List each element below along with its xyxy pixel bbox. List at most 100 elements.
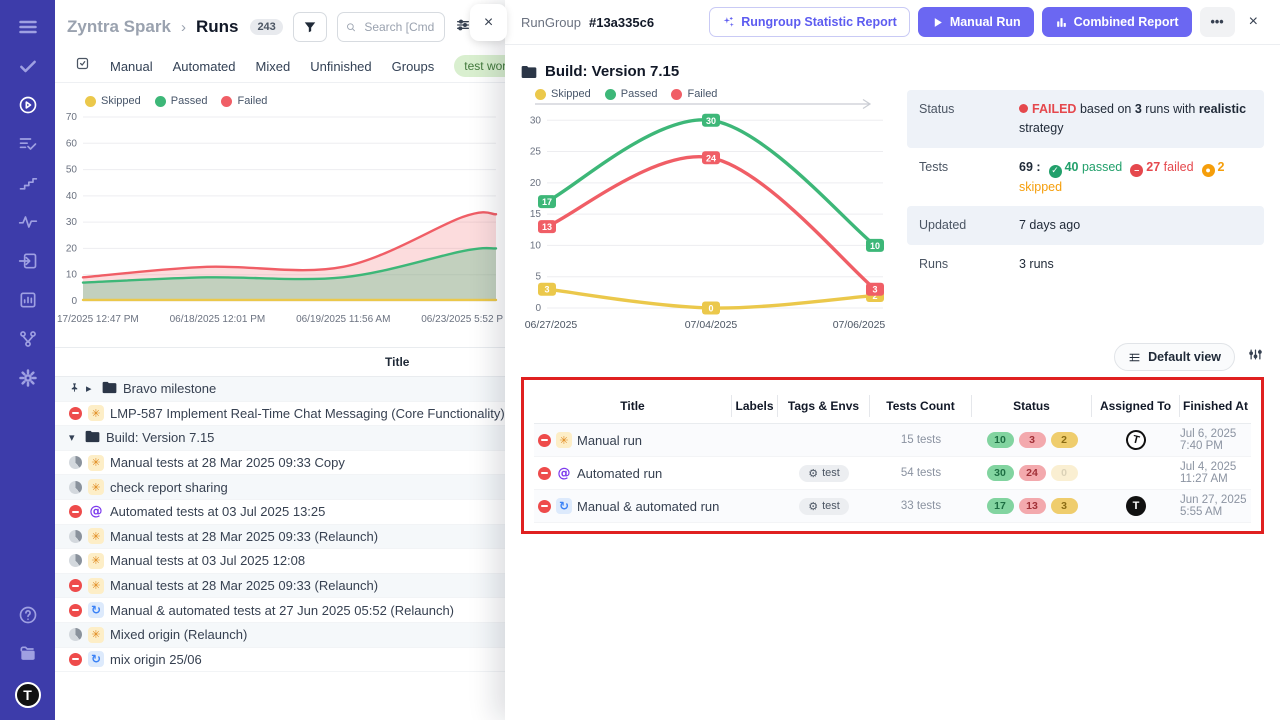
column-labels[interactable]: Labels bbox=[732, 395, 778, 417]
list-item[interactable]: ✳ LMP-587 Implement Real-Time Chat Messa… bbox=[55, 402, 505, 427]
tab-automated[interactable]: Automated bbox=[173, 59, 236, 74]
table-row[interactable]: ↻ Manual & automated run ⚙test 33 tests … bbox=[534, 490, 1251, 523]
manual-run-icon: ✳ bbox=[88, 479, 104, 495]
list-item[interactable]: ✳ Manual tests at 28 Mar 2025 09:33 Copy bbox=[55, 451, 505, 476]
list-item[interactable]: @ Automated tests at 03 Jul 2025 13:25 bbox=[55, 500, 505, 525]
column-assigned-to[interactable]: Assigned To bbox=[1092, 395, 1180, 417]
run-title[interactable]: Bravo milestone bbox=[123, 381, 216, 396]
list-item[interactable]: ↻ mix origin 25/06 bbox=[55, 648, 505, 673]
table-row[interactable]: ✳ Manual run 15 tests bbox=[534, 424, 1251, 457]
passed-badge: 30 bbox=[987, 465, 1014, 481]
svg-text:0: 0 bbox=[71, 296, 77, 307]
list-check-icon[interactable] bbox=[17, 133, 39, 155]
list-item[interactable]: ✳ Manual tests at 28 Mar 2025 09:33 (Rel… bbox=[55, 525, 505, 550]
caret-right-icon[interactable]: ▸ bbox=[86, 382, 96, 395]
status-fact-row: Status FAILED based on 3 runs with reali… bbox=[907, 90, 1264, 148]
assignee-avatar[interactable]: T bbox=[1126, 496, 1146, 516]
tag-pill[interactable]: ⚙test bbox=[799, 465, 849, 482]
run-title[interactable]: LMP-587 Implement Real-Time Chat Messagi… bbox=[110, 406, 505, 421]
failed-status-icon bbox=[538, 467, 551, 480]
import-icon[interactable] bbox=[17, 250, 39, 272]
run-title[interactable]: Automated tests at 03 Jul 2025 13:25 bbox=[110, 504, 325, 519]
projects-folder-icon[interactable] bbox=[17, 643, 39, 665]
select-runs-icon[interactable] bbox=[75, 56, 90, 76]
tab-mixed[interactable]: Mixed bbox=[256, 59, 291, 74]
analytics-icon[interactable] bbox=[17, 289, 39, 311]
status-label: Status bbox=[919, 100, 1019, 138]
run-title[interactable]: Manual & automated tests at 27 Jun 2025 … bbox=[110, 603, 454, 618]
tab-unfinished[interactable]: Unfinished bbox=[310, 59, 371, 74]
area-chart-x-labels: 17/2025 12:47 PM06/18/2025 12:01 PM06/19… bbox=[55, 312, 505, 325]
column-status[interactable]: Status bbox=[972, 395, 1092, 417]
folder-icon bbox=[102, 381, 117, 397]
rungroup-statistic-report-button[interactable]: Rungroup Statistic Report bbox=[709, 7, 910, 37]
breadcrumb-app[interactable]: Zyntra Spark bbox=[67, 17, 171, 37]
run-title[interactable]: Mixed origin (Relaunch) bbox=[110, 627, 247, 642]
tab-groups[interactable]: Groups bbox=[392, 59, 435, 74]
failed-status-icon bbox=[69, 407, 82, 420]
run-title[interactable]: Manual tests at 28 Mar 2025 09:33 Copy bbox=[110, 455, 345, 470]
run-title[interactable]: Manual run bbox=[577, 433, 642, 448]
checks-icon[interactable] bbox=[17, 55, 39, 77]
play-icon bbox=[931, 16, 944, 29]
list-item[interactable]: ✳ Manual tests at 28 Mar 2025 09:33 (Rel… bbox=[55, 574, 505, 599]
svg-text:15: 15 bbox=[530, 209, 542, 220]
rungroup-id: #13a335c6 bbox=[589, 15, 654, 30]
manual-run-button[interactable]: Manual Run bbox=[918, 7, 1034, 37]
tag-pill[interactable]: ⚙test bbox=[799, 498, 849, 515]
run-title[interactable]: Manual & automated run bbox=[577, 499, 719, 514]
tab-manual[interactable]: Manual bbox=[110, 59, 153, 74]
list-item[interactable]: ✳ check report sharing bbox=[55, 475, 505, 500]
column-tags-envs[interactable]: Tags & Envs bbox=[778, 395, 870, 417]
menu-icon[interactable] bbox=[17, 16, 39, 38]
drawer-close-button[interactable]: × bbox=[1243, 9, 1264, 35]
skipped-badge: 2 bbox=[1051, 432, 1078, 448]
in-progress-status-icon bbox=[69, 456, 82, 469]
list-item[interactable]: ▸ Bravo milestone bbox=[55, 377, 505, 402]
column-finished-at[interactable]: Finished At bbox=[1180, 395, 1251, 417]
list-item[interactable]: ↻ Manual & automated tests at 27 Jun 202… bbox=[55, 598, 505, 623]
table-row[interactable]: @ Automated run ⚙test 54 tests bbox=[534, 457, 1251, 490]
runs-area-chart: 010203040506070 bbox=[55, 109, 500, 307]
run-title[interactable]: Manual tests at 28 Mar 2025 09:33 (Relau… bbox=[110, 578, 378, 593]
list-item[interactable]: ✳ Mixed origin (Relaunch) bbox=[55, 623, 505, 648]
run-title[interactable]: mix origin 25/06 bbox=[110, 652, 202, 667]
run-title[interactable]: Manual tests at 28 Mar 2025 09:33 (Relau… bbox=[110, 529, 378, 544]
branches-icon[interactable] bbox=[17, 328, 39, 350]
filter-button[interactable] bbox=[293, 12, 327, 42]
rungroup-line-chart: 0510152025303021324317301006/27/202507/0… bbox=[521, 100, 891, 336]
help-icon[interactable] bbox=[17, 604, 39, 626]
column-title[interactable]: Title bbox=[534, 395, 732, 417]
list-item[interactable]: ▾ Build: Version 7.15 bbox=[55, 426, 505, 451]
assignee-avatar[interactable]: T bbox=[1124, 428, 1148, 452]
display-settings-icon[interactable] bbox=[455, 17, 471, 38]
run-title[interactable]: Automated run bbox=[577, 466, 662, 481]
combined-report-button[interactable]: Combined Report bbox=[1042, 7, 1192, 37]
tags-cell: ⚙test bbox=[778, 465, 870, 482]
tests-count-cell: 15 tests bbox=[870, 434, 972, 446]
run-title[interactable]: Manual tests at 03 Jul 2025 12:08 bbox=[110, 553, 305, 568]
steps-icon[interactable] bbox=[17, 172, 39, 194]
runs-icon[interactable] bbox=[17, 94, 39, 116]
run-title[interactable]: Build: Version 7.15 bbox=[106, 430, 214, 445]
svg-text:30: 30 bbox=[530, 115, 542, 126]
default-view-button[interactable]: Default view bbox=[1114, 343, 1235, 371]
drawer-edge-close-button[interactable]: × bbox=[470, 4, 507, 41]
pulse-icon[interactable] bbox=[17, 211, 39, 233]
list-item[interactable]: ✳ Manual tests at 03 Jul 2025 12:08 bbox=[55, 549, 505, 574]
drawer-header: RunGroup #13a335c6 Rungroup Statistic Re… bbox=[505, 0, 1280, 45]
user-avatar[interactable]: T bbox=[15, 682, 41, 708]
svg-text:60: 60 bbox=[66, 138, 78, 149]
column-tests-count[interactable]: Tests Count bbox=[870, 395, 972, 417]
svg-text:10: 10 bbox=[530, 240, 542, 251]
table-settings-icon[interactable] bbox=[1247, 347, 1264, 367]
caret-down-icon[interactable]: ▾ bbox=[69, 431, 79, 444]
rungroup-facts: Status FAILED based on 3 runs with reali… bbox=[907, 90, 1264, 341]
passed-badge: 17 bbox=[987, 498, 1014, 514]
more-options-button[interactable]: ••• bbox=[1200, 7, 1235, 37]
tests-count-cell: 54 tests bbox=[870, 467, 972, 479]
settings-gear-icon[interactable] bbox=[17, 367, 39, 389]
search-input-wrap[interactable] bbox=[337, 12, 445, 42]
search-input[interactable] bbox=[362, 19, 436, 35]
run-title[interactable]: check report sharing bbox=[110, 480, 228, 495]
